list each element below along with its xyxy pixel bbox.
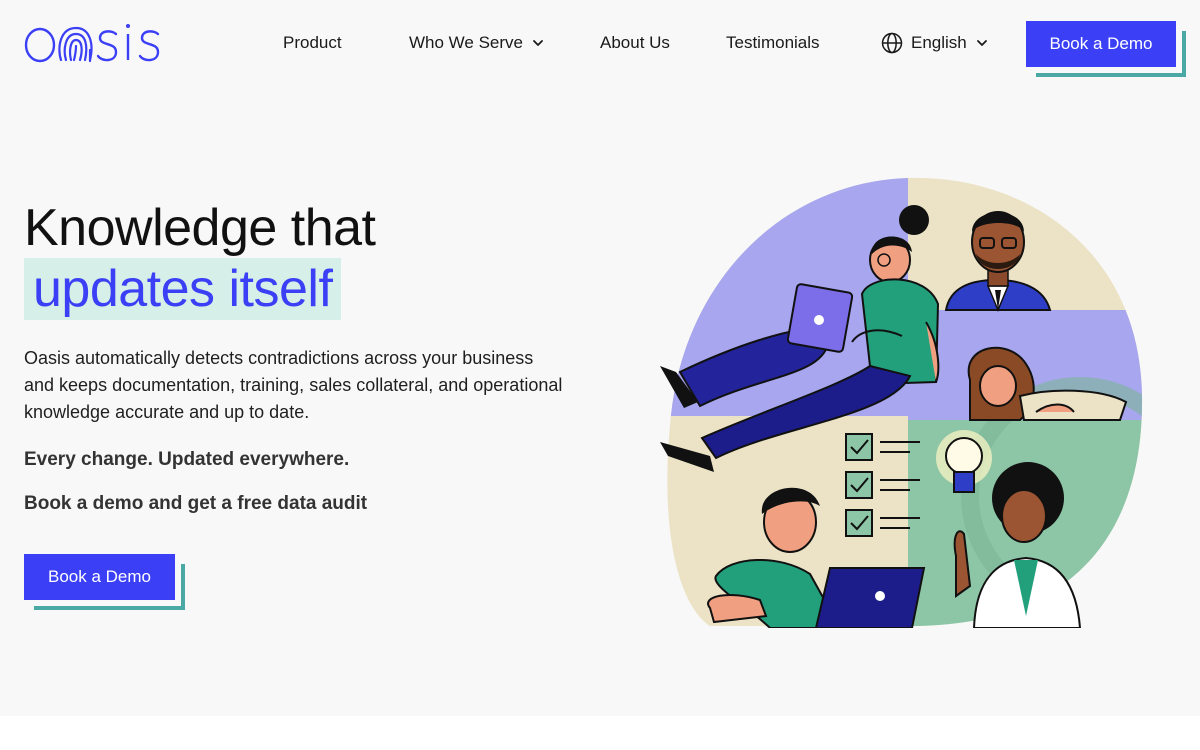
nav-about-us[interactable]: About Us — [600, 33, 670, 53]
chevron-down-icon — [533, 40, 543, 46]
nav-product-label: Product — [283, 33, 342, 52]
book-demo-button-header[interactable]: Book a Demo — [1026, 21, 1176, 67]
globe-icon — [881, 32, 903, 54]
nav-who-we-serve[interactable]: Who We Serve — [409, 33, 545, 53]
nav-testimonials-label: Testimonials — [726, 33, 820, 52]
landing-page: Product Who We Serve About Us Testimonia… — [0, 0, 1200, 716]
book-demo-label: Book a Demo — [48, 567, 151, 586]
book-demo-button-hero[interactable]: Book a Demo — [24, 554, 175, 600]
nav-testimonials[interactable]: Testimonials — [726, 33, 820, 53]
hero-title-line2: updates itself — [24, 258, 342, 320]
language-label: English — [911, 33, 967, 52]
nav-who-we-serve-label: Who We Serve — [409, 33, 524, 52]
nav-about-us-label: About Us — [600, 33, 670, 52]
site-header: Product Who We Serve About Us Testimonia… — [0, 0, 1200, 88]
oasis-logo-icon — [24, 24, 160, 63]
hero-tagline: Every change. Updated everywhere. — [24, 449, 350, 470]
hero-title-line1: Knowledge that — [24, 199, 376, 257]
book-demo-label: Book a Demo — [1049, 34, 1153, 53]
hero-description: Oasis automatically detects contradictio… — [24, 348, 563, 422]
chevron-down-icon — [976, 40, 987, 46]
language-selector[interactable]: English — [881, 32, 989, 54]
hero-cta-wrapper: Book a Demo — [24, 554, 186, 610]
nav-product[interactable]: Product — [283, 33, 342, 53]
hero-illustration — [660, 177, 1143, 628]
oasis-logo[interactable] — [24, 20, 164, 66]
header-cta-wrapper: Book a Demo — [1026, 21, 1186, 77]
hero-offer: Book a demo and get a free data audit — [24, 493, 368, 514]
